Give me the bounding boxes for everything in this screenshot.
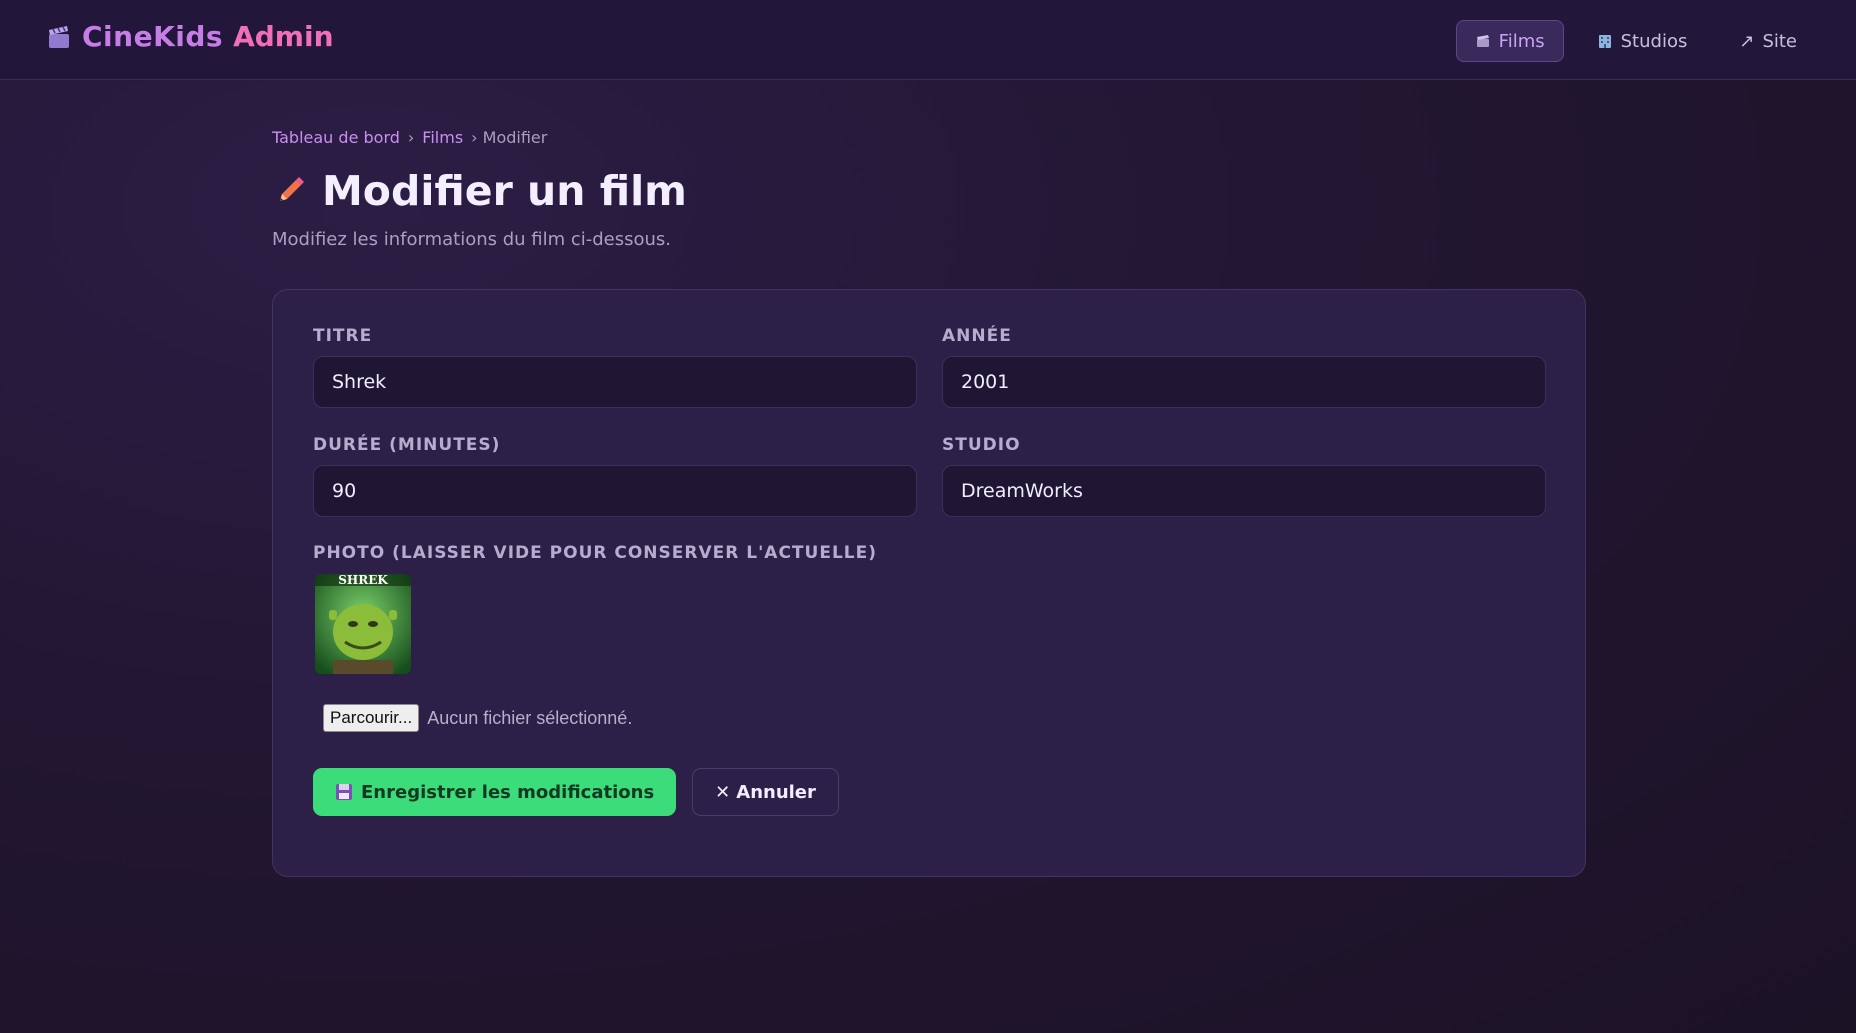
save-button-label: Enregistrer les modifications <box>361 781 655 803</box>
film-icon <box>1476 35 1489 47</box>
photo-label: PHOTO (LAISSER VIDE POUR CONSERVER L'ACT… <box>313 543 877 563</box>
cancel-button[interactable]: ✕ Annuler <box>692 768 839 816</box>
main-nav: Films Studios ↗ Site <box>1455 20 1816 62</box>
studio-input[interactable] <box>942 465 1546 517</box>
file-status-text: Aucun fichier sélectionné. <box>427 707 633 728</box>
top-navbar: CineKids Admin Films Studios ↗ Site <box>0 0 1856 80</box>
form-actions: Enregistrer les modifications ✕ Annuler <box>313 768 839 816</box>
edit-film-form: TITRE ANNÉE DURÉE (MINUTES) STUDIO PHOTO… <box>272 289 1586 877</box>
field-duree: DURÉE (MINUTES) <box>313 435 917 517</box>
save-button[interactable]: Enregistrer les modifications <box>313 768 677 816</box>
duree-input[interactable] <box>313 465 917 517</box>
duree-label: DURÉE (MINUTES) <box>313 435 501 455</box>
breadcrumb-home-link[interactable]: Tableau de bord <box>272 128 400 147</box>
breadcrumb-films-link[interactable]: Films <box>422 128 463 147</box>
annee-input[interactable] <box>942 356 1546 408</box>
building-icon <box>1598 35 1611 48</box>
floppy-disk-icon <box>336 784 352 800</box>
breadcrumb-separator: › <box>407 128 415 147</box>
brand-logo[interactable]: CineKids Admin <box>46 20 334 53</box>
shrek-poster-image: SHREK <box>315 574 411 674</box>
nav-item-site[interactable]: ↗ Site <box>1720 20 1816 62</box>
annee-label: ANNÉE <box>942 326 1012 346</box>
page-header: Tableau de bord › Films › Modifier Modif… <box>272 128 1586 250</box>
page-title: Modifier un film <box>322 167 687 215</box>
brand-admin-label: Admin <box>233 20 334 53</box>
studio-label: STUDIO <box>942 435 1021 455</box>
breadcrumb: Tableau de bord › Films › Modifier <box>272 128 1586 147</box>
cancel-button-label: Annuler <box>736 781 816 803</box>
titre-label: TITRE <box>313 326 373 346</box>
page-subtitle: Modifiez les informations du film ci-des… <box>272 229 672 250</box>
browse-button[interactable]: Parcourir... <box>323 704 420 732</box>
field-annee: ANNÉE <box>942 326 1546 408</box>
breadcrumb-current: › Modifier <box>471 128 548 147</box>
nav-label-studios: Studios <box>1620 30 1688 52</box>
nav-label-films: Films <box>1498 30 1545 52</box>
pencil-icon <box>280 177 304 201</box>
field-titre: TITRE <box>313 326 917 408</box>
field-photo: PHOTO (LAISSER VIDE POUR CONSERVER L'ACT… <box>313 543 877 563</box>
file-input: Parcourir... Aucun fichier sélectionné. <box>323 704 632 732</box>
current-photo-thumbnail: SHREK <box>315 574 411 674</box>
field-studio: STUDIO <box>942 435 1546 517</box>
nav-item-films[interactable]: Films <box>1455 20 1564 62</box>
nav-item-studios[interactable]: Studios <box>1578 20 1707 62</box>
close-icon: ✕ <box>715 781 731 803</box>
nav-label-site: Site <box>1762 30 1797 52</box>
brand-name: CineKids <box>82 20 224 53</box>
external-arrow-icon: ↗ <box>1739 30 1755 52</box>
svg-text:SHREK: SHREK <box>338 574 388 587</box>
titre-input[interactable] <box>313 356 917 408</box>
clapperboard-icon <box>49 25 69 48</box>
